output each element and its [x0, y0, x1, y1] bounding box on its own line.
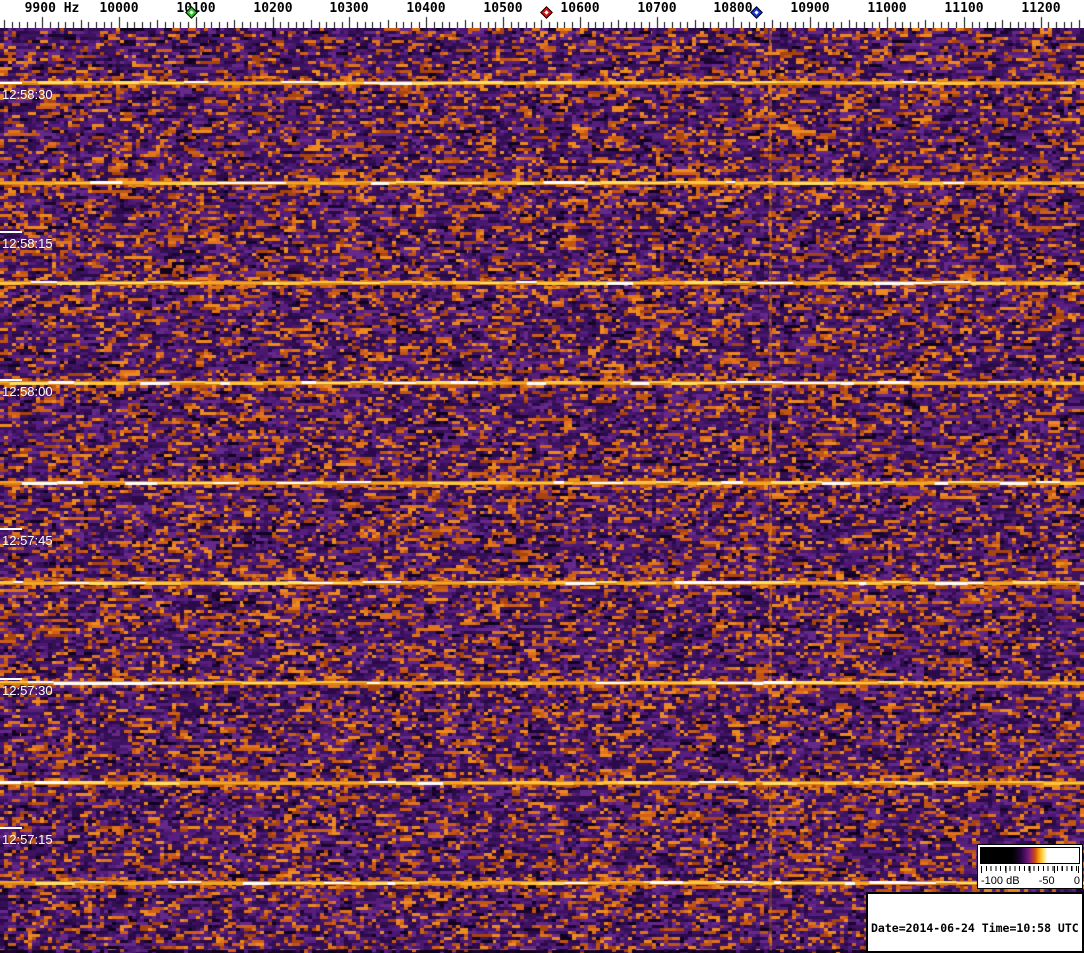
colorbar-gradient — [980, 847, 1080, 864]
freq-tick-label: 10500 — [483, 1, 523, 16]
colorbar-ticks-major — [981, 866, 1079, 873]
freq-tick-label: 10200 — [253, 1, 293, 16]
freq-tick-label: 11100 — [944, 1, 984, 16]
time-tick — [0, 827, 22, 829]
time-tick — [0, 82, 22, 84]
freq-tick-label: 10700 — [637, 1, 677, 16]
spectrogram-screen: 9900 Hz 10000 10100 10200 10300 10400 10500 106… — [0, 0, 1084, 953]
frequency-axis[interactable]: 9900 Hz 10000 10100 10200 10300 10400 10500 106… — [0, 0, 1084, 28]
freq-tick-label: 10900 — [790, 1, 830, 16]
time-label: 12:58:00 — [2, 384, 53, 399]
info-box: Date=2014-06-24 Time=10:58 UTC Freq=143 … — [866, 892, 1084, 953]
marker-center-dot — [754, 10, 759, 15]
colorbar-label-mid: -50 — [1038, 875, 1055, 887]
time-label: 12:57:45 — [2, 533, 53, 548]
freq-tick-label: 10800 — [713, 1, 753, 16]
freq-tick-label: 10400 — [406, 1, 446, 16]
time-label: 12:58:15 — [2, 236, 53, 251]
freq-tick-label: 10600 — [560, 1, 600, 16]
marker-center-dot — [544, 10, 549, 15]
colorbar-label-max: 0 — [1073, 875, 1080, 887]
freq-tick-label: 10300 — [329, 1, 369, 16]
freq-tick-label: 11200 — [1021, 1, 1061, 16]
info-date-time: Date=2014-06-24 Time=10:58 UTC — [871, 921, 1079, 935]
time-label: 12:57:30 — [2, 683, 53, 698]
waterfall-spectrogram[interactable] — [0, 28, 1084, 953]
freq-tick-label: 10000 — [99, 1, 139, 16]
time-label: 12:58:30 — [2, 87, 53, 102]
time-tick — [0, 379, 22, 381]
colorbar-label-min: -100 dB — [981, 875, 1020, 887]
time-tick — [0, 231, 22, 233]
freq-tick-label: 11000 — [867, 1, 907, 16]
marker-center-dot — [189, 10, 194, 15]
freq-tick-label: 9900 Hz — [24, 1, 80, 16]
colorbar-legend: -100 dB -50 0 — [977, 844, 1083, 889]
time-tick — [0, 528, 22, 530]
time-label: 12:57:15 — [2, 832, 53, 847]
colorbar-labels: -100 dB -50 0 — [981, 874, 1080, 888]
time-tick — [0, 678, 22, 680]
